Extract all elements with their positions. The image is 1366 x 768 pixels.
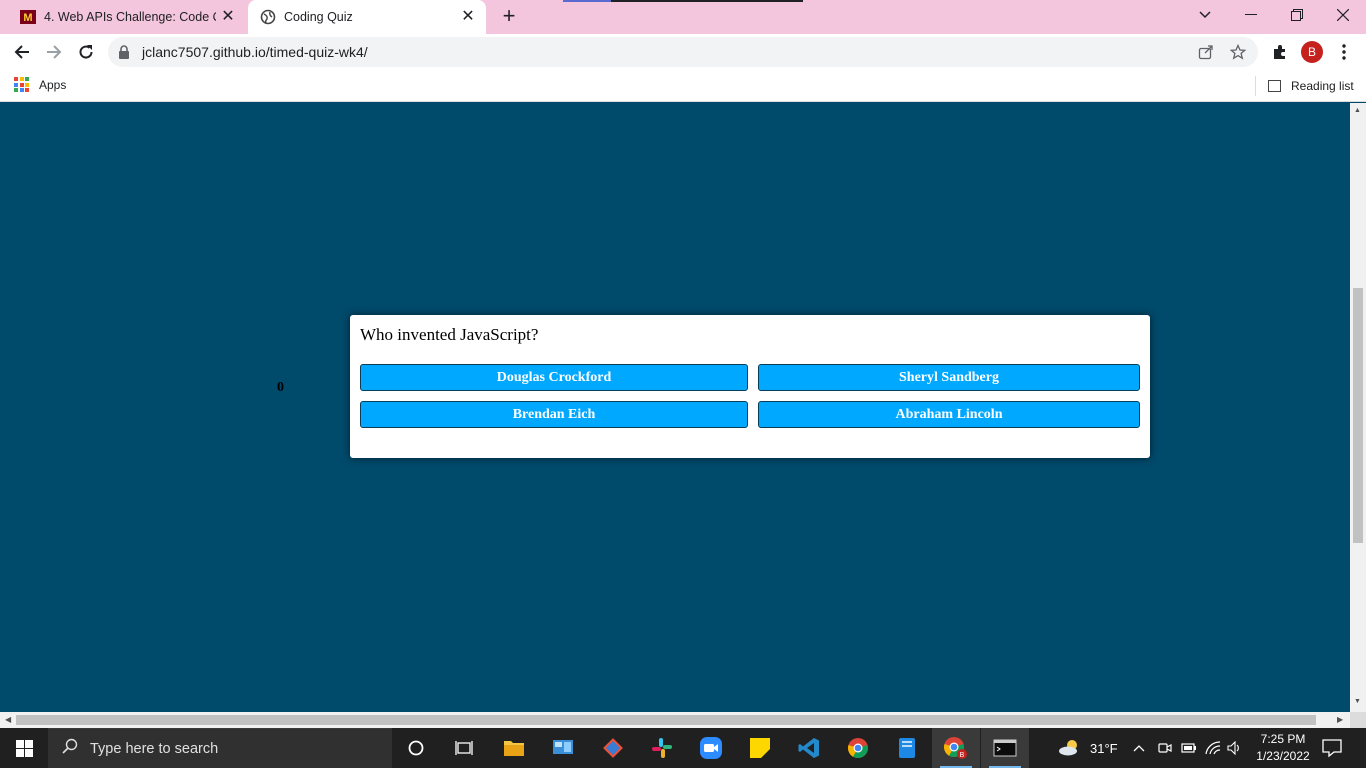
- file-explorer-icon[interactable]: [490, 728, 538, 768]
- tab-title: Coding Quiz: [284, 10, 353, 24]
- taskbar-clock[interactable]: 7:25 PM 1/23/2022: [1250, 731, 1316, 765]
- notification-center-icon[interactable]: [1322, 738, 1342, 758]
- scroll-right-arrow-icon[interactable]: ▶: [1337, 715, 1343, 724]
- forward-arrow-icon[interactable]: [40, 38, 68, 66]
- question-card: Who invented JavaScript? Douglas Crockfo…: [350, 315, 1150, 458]
- control-panel-icon[interactable]: [539, 728, 587, 768]
- bookmark-star-icon[interactable]: [1229, 43, 1247, 60]
- reading-list-label: Reading list: [1291, 79, 1354, 93]
- apps-shortcut[interactable]: Apps: [14, 77, 66, 92]
- task-view-icon[interactable]: [440, 728, 488, 768]
- clock-time: 7:25 PM: [1260, 732, 1306, 746]
- minimize-icon[interactable]: [1228, 0, 1274, 30]
- sticky-notes-icon[interactable]: [736, 728, 784, 768]
- partly-cloudy-icon: [1058, 738, 1082, 759]
- tab-strip-accent-highlight: [563, 0, 611, 2]
- quiz-timer: 0: [277, 380, 284, 395]
- apps-label: Apps: [39, 77, 67, 92]
- tab-title: 4. Web APIs Challenge: Code Qui: [44, 10, 216, 24]
- vs-code-icon[interactable]: [785, 728, 833, 768]
- svg-text:B: B: [960, 752, 965, 759]
- search-icon: [62, 738, 78, 759]
- horizontal-scrollbar[interactable]: ◀ ▶: [0, 712, 1350, 728]
- svg-text:M: M: [23, 12, 32, 24]
- extensions-puzzle-icon[interactable]: [1270, 42, 1290, 62]
- address-bar[interactable]: jclanc7507.github.io/timed-quiz-wk4/: [108, 37, 1258, 67]
- reading-list-icon: [1268, 80, 1281, 92]
- scroll-left-arrow-icon[interactable]: ◀: [5, 715, 11, 724]
- terminal-icon[interactable]: [981, 728, 1029, 768]
- tab-web-apis-challenge[interactable]: M 4. Web APIs Challenge: Code Qui ✕: [8, 0, 246, 34]
- reload-icon[interactable]: [72, 38, 100, 66]
- tab-search-chevron-icon[interactable]: [1182, 0, 1228, 30]
- windows-taskbar: Type here to search B 31°F 7:25 PM 1/23/…: [0, 728, 1366, 768]
- search-placeholder: Type here to search: [90, 740, 219, 757]
- answer-button-2[interactable]: Sheryl Sandberg: [758, 364, 1140, 391]
- answer-button-3[interactable]: Brendan Eich: [360, 401, 748, 428]
- scroll-down-arrow-icon[interactable]: ▼: [1354, 698, 1361, 705]
- url-text: jclanc7507.github.io/timed-quiz-wk4/: [142, 44, 368, 60]
- more-menu-icon[interactable]: [1334, 42, 1354, 62]
- cortana-icon[interactable]: [392, 728, 440, 768]
- profile-avatar[interactable]: B: [1301, 41, 1323, 63]
- university-logo-icon: M: [20, 9, 36, 25]
- weather-temperature: 31°F: [1090, 740, 1118, 756]
- wifi-icon[interactable]: [1205, 728, 1221, 768]
- new-tab-button[interactable]: +: [498, 5, 520, 28]
- volume-icon[interactable]: [1227, 728, 1243, 768]
- bookmarks-bar: Apps Reading list: [0, 70, 1366, 102]
- battery-icon[interactable]: [1181, 728, 1197, 768]
- horizontal-scroll-thumb[interactable]: [16, 715, 1316, 725]
- share-icon[interactable]: [1198, 44, 1214, 60]
- browser-toolbar: jclanc7507.github.io/timed-quiz-wk4/ B: [0, 34, 1366, 70]
- chrome-profile-b-icon[interactable]: B: [932, 728, 980, 768]
- scroll-up-arrow-icon[interactable]: ▲: [1354, 107, 1361, 114]
- chrome-icon[interactable]: [834, 728, 882, 768]
- clock-date: 1/23/2022: [1256, 749, 1310, 763]
- vertical-scroll-thumb[interactable]: [1353, 288, 1363, 543]
- zoom-icon[interactable]: [687, 728, 735, 768]
- back-arrow-icon[interactable]: [8, 38, 36, 66]
- azure-data-studio-icon[interactable]: [883, 728, 931, 768]
- window-close-icon[interactable]: [1320, 0, 1366, 30]
- vertical-scrollbar[interactable]: ▲ ▼: [1350, 103, 1366, 712]
- globe-icon: [260, 9, 276, 25]
- page-content: 0 Who invented JavaScript? Douglas Crock…: [0, 103, 1350, 712]
- tab-strip: M 4. Web APIs Challenge: Code Qui ✕ Codi…: [0, 0, 1366, 34]
- windows-start-icon[interactable]: [0, 728, 48, 768]
- restore-icon[interactable]: [1274, 0, 1320, 30]
- scrollbar-corner: [1350, 712, 1366, 728]
- weather-widget[interactable]: 31°F: [1058, 728, 1118, 768]
- taskbar-search-box[interactable]: Type here to search: [48, 728, 392, 768]
- apps-grid-icon: [14, 77, 29, 92]
- meet-now-icon[interactable]: [1158, 728, 1172, 768]
- answer-button-4[interactable]: Abraham Lincoln: [758, 401, 1140, 428]
- show-hidden-icons-chevron-icon[interactable]: [1133, 728, 1145, 768]
- tab-close-icon[interactable]: ✕: [220, 9, 236, 25]
- question-text: Who invented JavaScript?: [360, 325, 539, 344]
- tab-close-icon[interactable]: ✕: [460, 9, 476, 25]
- slack-icon[interactable]: [638, 728, 686, 768]
- lock-icon: [118, 45, 130, 64]
- answer-button-1[interactable]: Douglas Crockford: [360, 364, 748, 391]
- git-app-icon[interactable]: [589, 728, 637, 768]
- reading-list-button[interactable]: Reading list: [1255, 76, 1354, 96]
- tab-coding-quiz[interactable]: Coding Quiz ✕: [248, 0, 486, 34]
